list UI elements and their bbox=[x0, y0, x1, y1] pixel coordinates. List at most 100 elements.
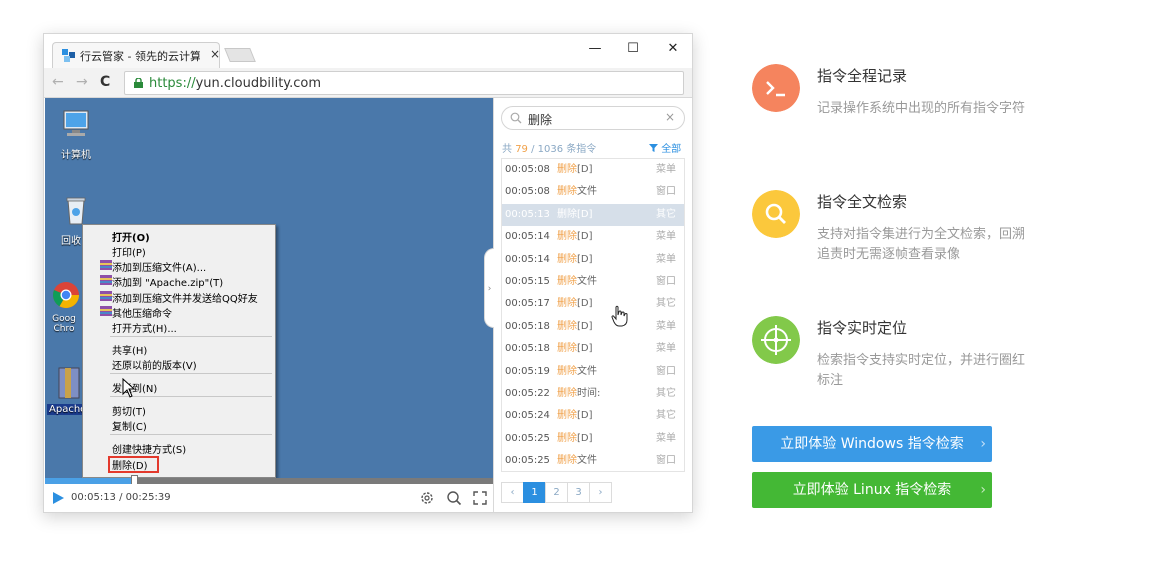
row-category: 其它 bbox=[656, 388, 676, 399]
row-keyword: 删除 bbox=[557, 365, 577, 377]
try-windows-button[interactable]: 立即体验 Windows 指令检索 › bbox=[752, 426, 992, 462]
command-row[interactable]: 00:05:18 删除 [D] 菜单 bbox=[502, 316, 684, 338]
menu-item-print[interactable]: 打印(P) bbox=[112, 244, 146, 259]
back-button[interactable]: ← bbox=[52, 74, 64, 90]
command-row[interactable]: 00:05:22 删除 时间: 其它 bbox=[502, 383, 684, 405]
feature-description: 检索指令支持实时定位，并进行圈红标注 bbox=[817, 353, 1026, 388]
command-row[interactable]: 00:05:14 删除 [D] 菜单 bbox=[502, 249, 684, 271]
count-suffix: 条指令 bbox=[566, 144, 597, 155]
menu-item-add-send-qq[interactable]: 添加到压缩文件并发送给QQ好友 bbox=[112, 290, 258, 305]
page-next-button[interactable]: › bbox=[589, 482, 612, 503]
menu-item-add-archive[interactable]: 添加到压缩文件(A)... bbox=[112, 259, 206, 274]
tab-close-button[interactable]: × bbox=[210, 47, 220, 61]
menu-item-add-to-zip[interactable]: 添加到 "Apache.zip"(T) bbox=[112, 274, 223, 289]
browser-window: 行云管家 - 领先的云计算 × — ☐ ✕ ← → C https://yun.… bbox=[43, 33, 693, 513]
command-row[interactable]: 00:05:15 删除 文件 窗口 bbox=[502, 271, 684, 293]
page-button[interactable]: 2 bbox=[545, 482, 568, 503]
menu-item-copy[interactable]: 复制(C) bbox=[112, 418, 147, 433]
minimize-button[interactable]: — bbox=[580, 40, 610, 58]
lock-icon bbox=[134, 78, 143, 88]
command-row[interactable]: 00:05:19 删除 文件 窗口 bbox=[502, 361, 684, 383]
menu-item-shortcut[interactable]: 创建快捷方式(S) bbox=[112, 441, 186, 456]
row-time: 00:05:08 bbox=[505, 164, 550, 175]
feature-item: 指令实时定位检索指令支持实时定位，并进行圈红标注 bbox=[752, 316, 1052, 396]
favicon-icon bbox=[62, 49, 75, 62]
close-window-button[interactable]: ✕ bbox=[658, 40, 688, 58]
try-linux-button[interactable]: 立即体验 Linux 指令检索 › bbox=[752, 472, 992, 508]
row-category: 菜单 bbox=[656, 343, 676, 355]
chevron-right-icon: › bbox=[980, 436, 986, 452]
cta-label: 立即体验 Windows 指令检索 bbox=[780, 436, 964, 452]
command-row[interactable]: 00:05:13 删除 [D] 其它 bbox=[502, 203, 684, 226]
title-bar: 行云管家 - 领先的云计算 × — ☐ ✕ bbox=[44, 34, 692, 68]
menu-separator bbox=[110, 336, 272, 337]
menu-item-share[interactable]: 共享(H) bbox=[112, 342, 147, 357]
command-row[interactable]: 00:05:17 删除 [D] 其它 bbox=[502, 293, 684, 315]
time-separator: / bbox=[119, 492, 123, 503]
filter-icon bbox=[649, 144, 658, 152]
command-search-input[interactable]: 删除 × bbox=[501, 106, 685, 130]
command-row[interactable]: 00:05:18 删除 [D] 菜单 bbox=[502, 338, 684, 360]
row-keyword: 删除 bbox=[557, 410, 577, 422]
hand-cursor-icon bbox=[611, 305, 628, 327]
menu-item-cut[interactable]: 剪切(T) bbox=[112, 403, 146, 418]
remote-desktop[interactable]: 计算机 回收 Goog Chro Apache 打开(O) 打印(P) 添加到压… bbox=[45, 98, 493, 484]
row-arg: [D] bbox=[577, 208, 593, 220]
row-keyword: 删除 bbox=[557, 320, 577, 332]
row-time: 00:05:18 bbox=[505, 343, 550, 355]
play-icon[interactable] bbox=[53, 492, 64, 504]
menu-separator bbox=[110, 373, 272, 374]
url-text: https://yun.cloudbility.com bbox=[149, 76, 321, 91]
chevron-right-icon: › bbox=[980, 482, 986, 498]
row-time: 00:05:25 bbox=[505, 455, 550, 467]
row-arg: [D] bbox=[577, 164, 593, 175]
row-category: 其它 bbox=[656, 410, 676, 422]
command-row[interactable]: 00:05:25 删除 文件 窗口 bbox=[502, 450, 684, 471]
command-row[interactable]: 00:05:08 删除 文件 窗口 bbox=[502, 181, 684, 203]
command-list: 00:05:08 删除 [D] 菜单 00:05:08 删除 文件 窗口 00:05:13 删除[… bbox=[501, 158, 685, 472]
row-time: 00:05:22 bbox=[505, 388, 550, 399]
panel-collapse-toggle[interactable]: › bbox=[484, 248, 494, 328]
zoom-icon[interactable] bbox=[446, 490, 462, 506]
fullscreen-icon[interactable] bbox=[472, 490, 488, 506]
menu-item-other-zip[interactable]: 其他压缩命令 bbox=[112, 305, 172, 320]
page-prev-button[interactable]: ‹ bbox=[501, 482, 524, 503]
maximize-button[interactable]: ☐ bbox=[618, 40, 648, 58]
winrar-icon bbox=[100, 275, 112, 285]
desktop-icon-computer[interactable]: 计算机 bbox=[53, 108, 99, 161]
address-bar: ← → C https://yun.cloudbility.com bbox=[44, 68, 692, 98]
command-row[interactable]: 00:05:08 删除 [D] 菜单 bbox=[502, 159, 684, 181]
winrar-icon bbox=[100, 291, 112, 301]
count-match: 79 bbox=[515, 144, 528, 155]
row-keyword: 删除 bbox=[557, 164, 577, 175]
forward-button[interactable]: → bbox=[76, 74, 88, 90]
page-button[interactable]: 3 bbox=[567, 482, 590, 503]
crosshair-icon bbox=[752, 316, 800, 364]
new-tab-button[interactable] bbox=[224, 48, 256, 62]
row-category: 菜单 bbox=[656, 253, 676, 265]
filter-label: 全部 bbox=[661, 144, 682, 155]
result-count: 共 79 / 1036 条指令 bbox=[502, 140, 596, 155]
command-row[interactable]: 00:05:24 删除 [D] 其它 bbox=[502, 405, 684, 427]
search-clear-button[interactable]: × bbox=[665, 110, 675, 124]
feature-title: 指令实时定位 bbox=[817, 319, 908, 337]
row-time: 00:05:18 bbox=[505, 320, 550, 332]
filter-dropdown[interactable]: 全部 bbox=[649, 140, 681, 155]
feature-title: 指令全文检索 bbox=[817, 193, 908, 211]
menu-item-open[interactable]: 打开(O) bbox=[112, 229, 150, 244]
command-row[interactable]: 00:05:25 删除 [D] 菜单 bbox=[502, 428, 684, 450]
feature-item: 指令全程记录 记录操作系统中出现的所有指令字符 bbox=[752, 64, 1052, 144]
desktop-icon-chrome[interactable]: Goog Chro bbox=[49, 280, 83, 334]
page-button[interactable]: 1 bbox=[523, 482, 546, 503]
reload-button[interactable]: C bbox=[100, 74, 110, 90]
row-arg: [D] bbox=[577, 343, 593, 355]
row-category: 窗口 bbox=[656, 276, 676, 287]
row-category: 其它 bbox=[656, 208, 676, 220]
menu-item-restore[interactable]: 还原以前的版本(V) bbox=[112, 357, 197, 372]
url-field[interactable]: https://yun.cloudbility.com bbox=[124, 71, 684, 95]
row-keyword: 删除 bbox=[557, 186, 577, 198]
browser-tab[interactable]: 行云管家 - 领先的云计算 × bbox=[52, 42, 220, 68]
command-row[interactable]: 00:05:14 删除 [D] 菜单 bbox=[502, 226, 684, 248]
menu-item-open-with[interactable]: 打开方式(H)... bbox=[112, 320, 177, 335]
settings-gear-icon[interactable] bbox=[419, 490, 435, 506]
